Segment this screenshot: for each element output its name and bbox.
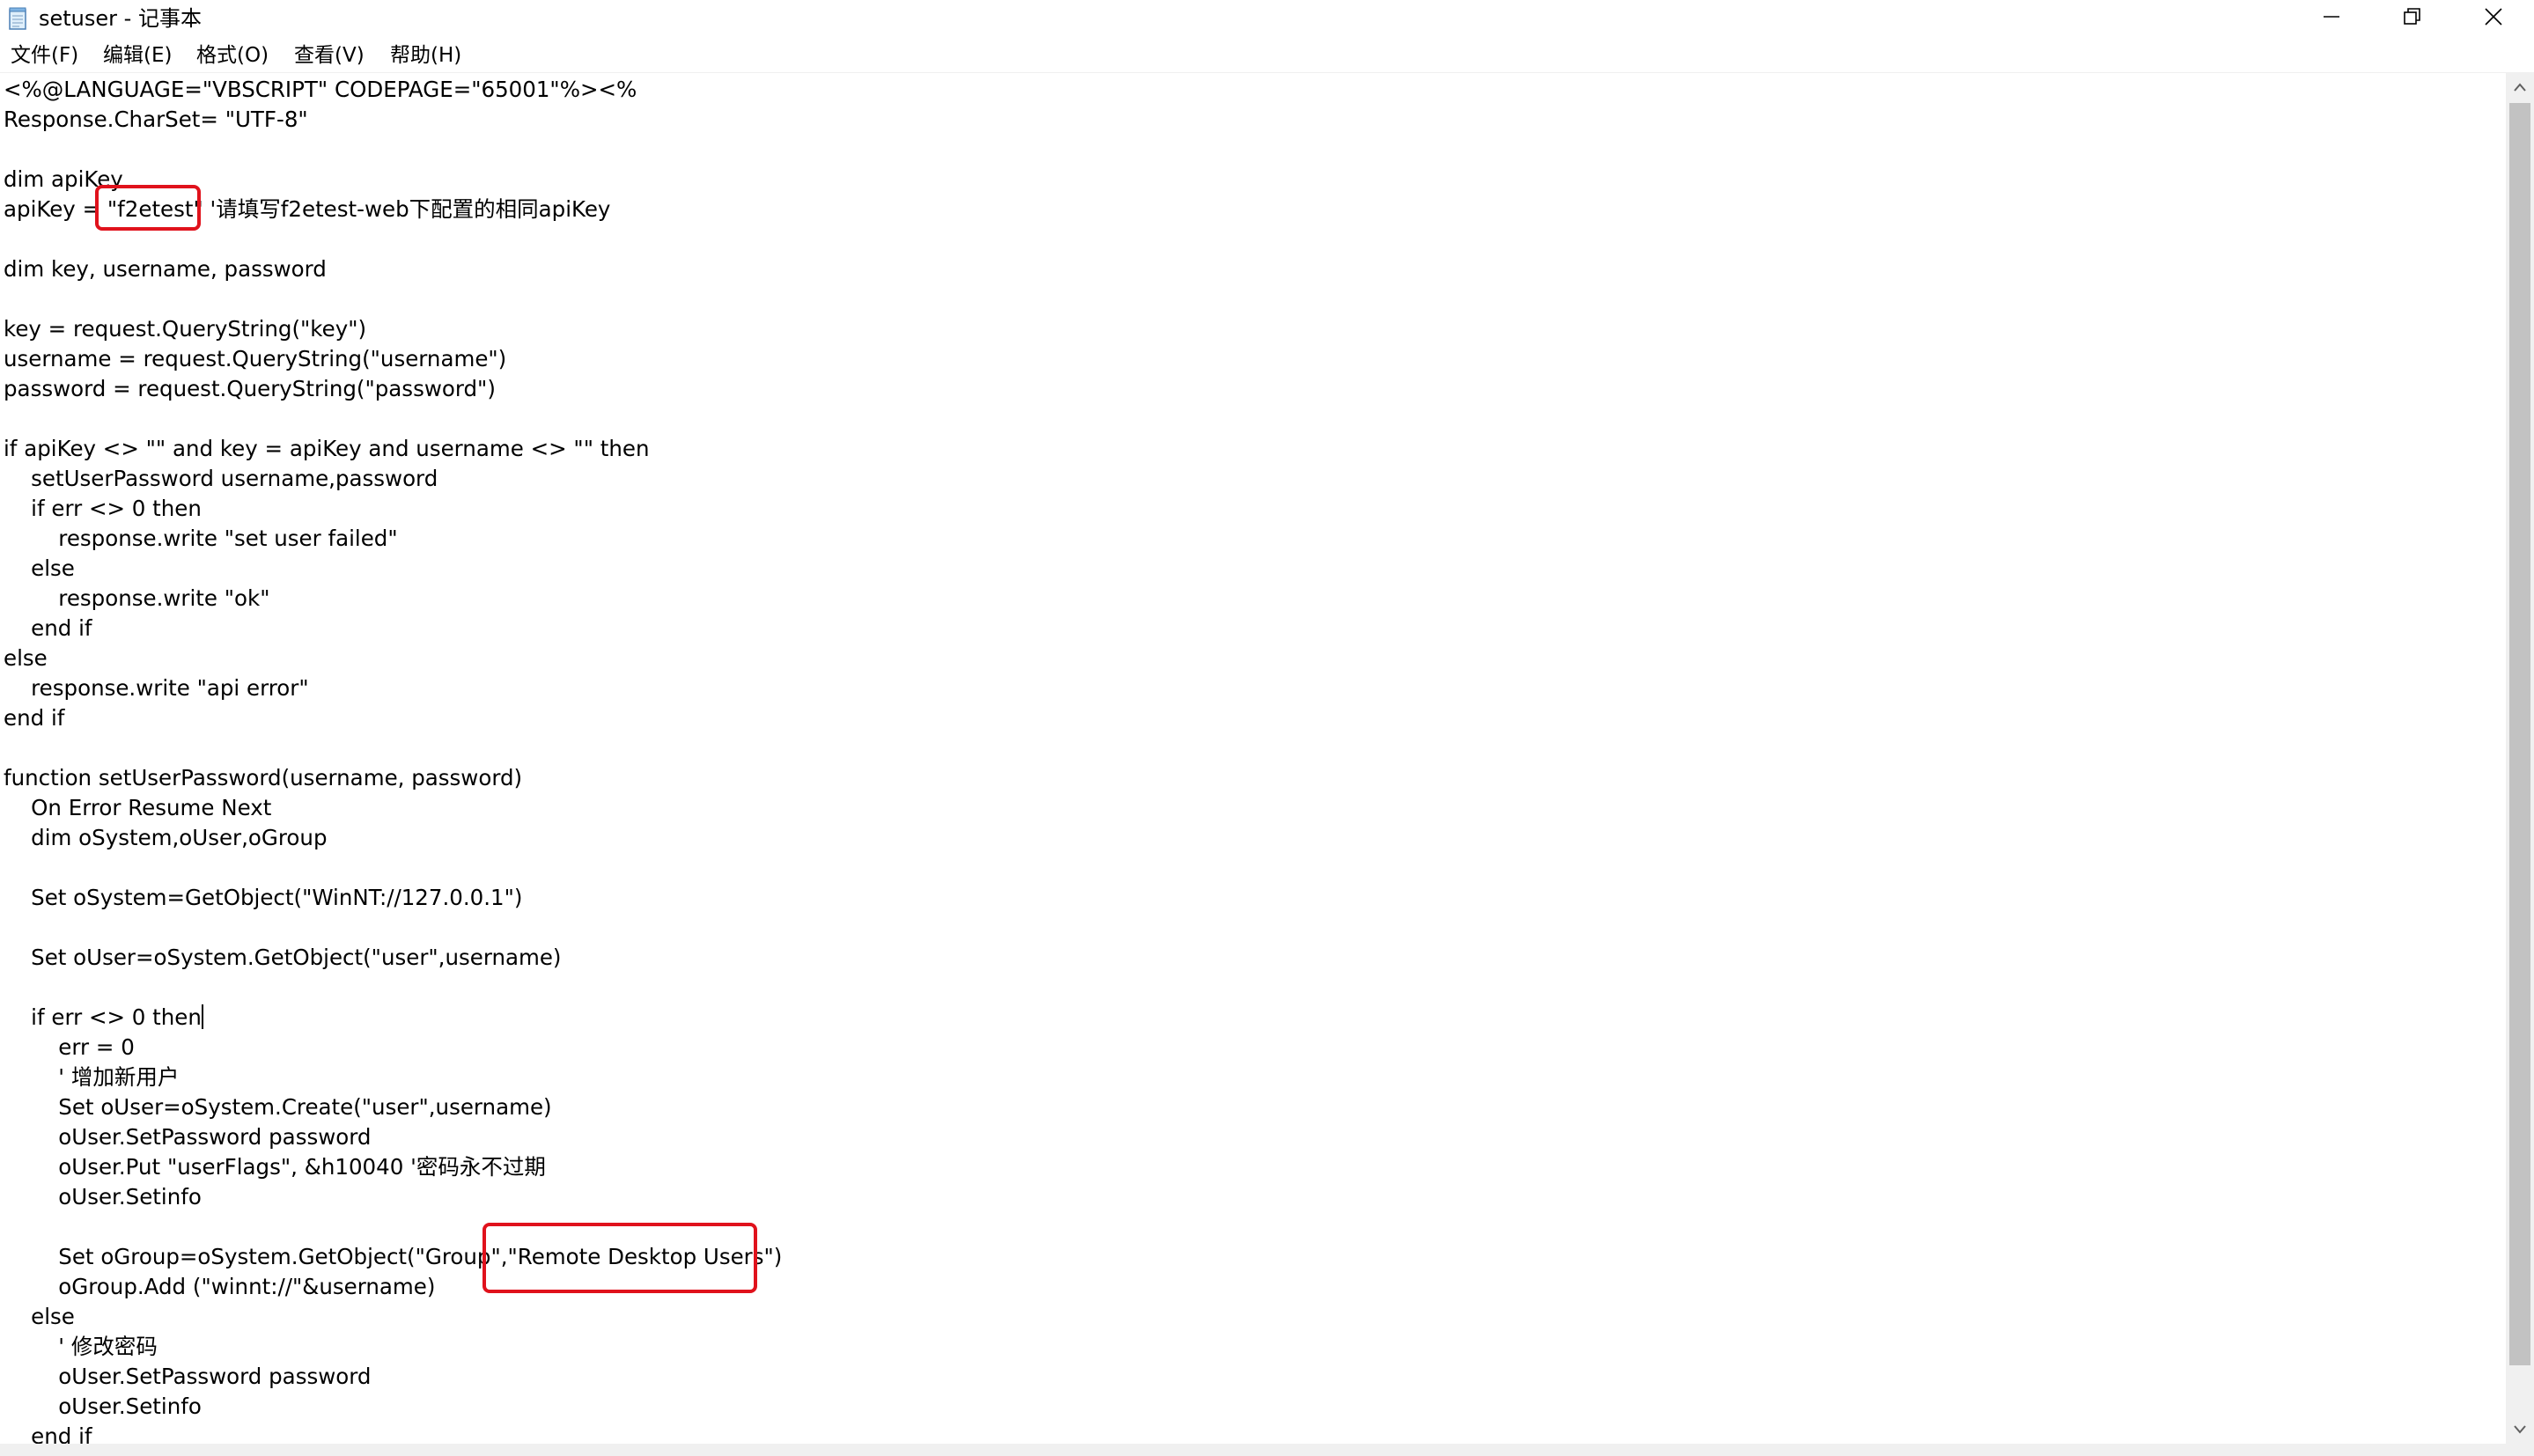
menu-help[interactable]: 帮助(H) xyxy=(390,42,461,69)
code-line: else xyxy=(4,645,48,671)
notepad-icon xyxy=(7,7,28,30)
close-button[interactable] xyxy=(2453,0,2534,37)
code-line: response.write "api error" xyxy=(4,675,309,701)
scroll-up-arrow-icon[interactable] xyxy=(2506,73,2534,101)
code-line: response.write "set user failed" xyxy=(4,526,398,551)
notepad-window: setuser - 记事本 文件(F) 编辑(E) 格式(O) 查看(V) 帮助… xyxy=(0,0,2534,1456)
highlight-apikey-value xyxy=(95,185,201,231)
code-line: Response.CharSet= "UTF-8" xyxy=(4,107,308,132)
scrollbar-thumb[interactable] xyxy=(2509,103,2530,1365)
code-line: <%@LANGUAGE="VBSCRIPT" CODEPAGE="65001"%… xyxy=(4,77,637,102)
menu-file[interactable]: 文件(F) xyxy=(11,42,78,69)
bottom-edge xyxy=(0,1444,2534,1456)
window-title: setuser - 记事本 xyxy=(39,6,202,31)
text-caret xyxy=(201,1004,203,1029)
minimize-button[interactable] xyxy=(2291,0,2372,37)
code-line: if err <> 0 then xyxy=(4,496,202,521)
title-bar[interactable]: setuser - 记事本 xyxy=(0,0,2534,37)
code-line: setUserPassword username,password xyxy=(4,466,438,491)
menu-edit[interactable]: 编辑(E) xyxy=(103,42,172,69)
code-line: password = request.QueryString("password… xyxy=(4,376,496,401)
code-line: oUser.Setinfo xyxy=(4,1184,202,1210)
minimize-icon xyxy=(2322,7,2341,30)
code-line: oUser.SetPassword password xyxy=(4,1124,372,1150)
maximize-icon xyxy=(2403,7,2422,30)
code-line: end if xyxy=(4,615,92,641)
code-line: err = 0 xyxy=(4,1034,135,1060)
code-line: username = request.QueryString("username… xyxy=(4,346,507,371)
code-line: response.write "ok" xyxy=(4,585,270,611)
code-line: if apiKey <> "" and key = apiKey and use… xyxy=(4,436,650,461)
code-line: ' 增加新用户 xyxy=(4,1064,180,1090)
menu-format[interactable]: 格式(O) xyxy=(196,42,269,69)
code-line: Set oUser=oSystem.GetObject("user",usern… xyxy=(4,945,562,970)
code-line: dim oSystem,oUser,oGroup xyxy=(4,825,328,850)
code-line: Set oSystem=GetObject("WinNT://127.0.0.1… xyxy=(4,885,523,910)
code-line: dim key, username, password xyxy=(4,256,327,282)
code-line: if err <> 0 then xyxy=(4,1004,203,1030)
code-line: On Error Resume Next xyxy=(4,795,272,820)
code-line: end if xyxy=(4,705,65,731)
code-line: ' 修改密码 xyxy=(4,1334,158,1359)
scroll-down-arrow-icon[interactable] xyxy=(2506,1416,2534,1444)
close-icon xyxy=(2484,7,2503,30)
menu-view[interactable]: 查看(V) xyxy=(294,42,365,69)
highlight-remote-desktop-users xyxy=(482,1223,757,1293)
code-line: else xyxy=(4,555,75,581)
maximize-button[interactable] xyxy=(2372,0,2453,37)
text-editor[interactable]: <%@LANGUAGE="VBSCRIPT" CODEPAGE="65001"%… xyxy=(0,73,2506,1444)
code-line: oUser.Put "userFlags", &h10040 '密码永不过期 xyxy=(4,1154,546,1180)
menu-bar: 文件(F) 编辑(E) 格式(O) 查看(V) 帮助(H) xyxy=(0,39,2534,72)
code-line: else xyxy=(4,1304,75,1329)
code-line: end if xyxy=(4,1423,92,1444)
code-line: key = request.QueryString("key") xyxy=(4,316,367,342)
code-line: oUser.Setinfo xyxy=(4,1393,202,1419)
code-line: Set oUser=oSystem.Create("user",username… xyxy=(4,1094,552,1120)
code-line: oUser.SetPassword password xyxy=(4,1364,372,1389)
code-line: function setUserPassword(username, passw… xyxy=(4,765,523,791)
code-line: oGroup.Add ("winnt://"&username) xyxy=(4,1274,436,1299)
vertical-scrollbar[interactable] xyxy=(2506,73,2534,1444)
